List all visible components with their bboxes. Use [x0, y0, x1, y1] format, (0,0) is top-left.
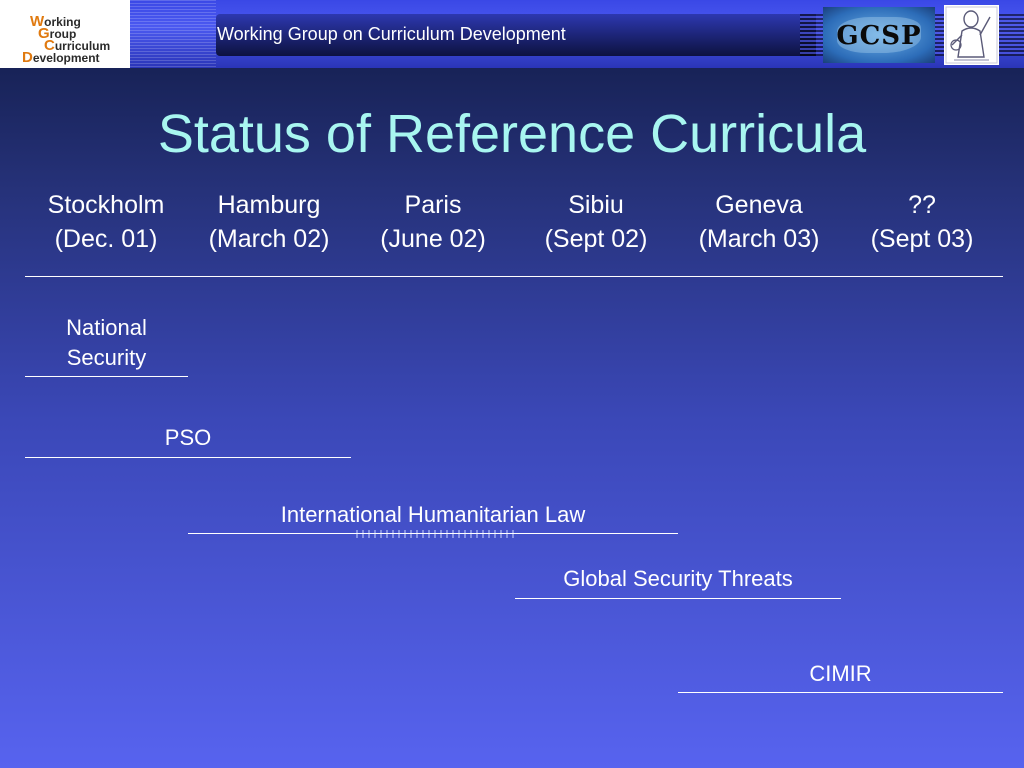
column-unknown: ?? (Sept 03): [837, 188, 1007, 256]
gcsp-logo-text: GCSP: [836, 21, 922, 51]
column-city: Stockholm: [47, 191, 165, 219]
header-stripes: [130, 0, 216, 68]
statue-logo-icon: [944, 5, 999, 65]
column-paris: Paris (June 02): [348, 188, 518, 256]
column-geneva: Geneva (March 03): [674, 188, 844, 256]
track-global-security-threats: Global Security Threats: [515, 566, 841, 592]
column-hamburg: Hamburg (March 02): [184, 188, 354, 256]
header-title: Working Group on Curriculum Development: [217, 24, 566, 44]
column-date: (June 02): [380, 225, 486, 253]
track-label: Global Security Threats: [563, 566, 793, 591]
track-national-security: National Security: [25, 313, 188, 373]
track-label: PSO: [164, 425, 212, 450]
track-line-pso: [25, 457, 351, 458]
track-line-ihl: [188, 533, 678, 534]
track-pso: PSO: [25, 425, 351, 451]
header-divider: [25, 276, 1003, 277]
gcsp-logo: GCSP: [823, 7, 935, 63]
column-city: Hamburg: [217, 191, 321, 219]
track-dotted-underline: [356, 530, 514, 538]
column-city: Sibiu: [568, 191, 624, 219]
column-city: Geneva: [715, 191, 803, 219]
column-date: (March 02): [208, 225, 330, 253]
logo-line-development: Development: [22, 49, 100, 66]
track-line-national-security: [25, 376, 188, 377]
column-date: (Sept 03): [870, 225, 974, 253]
track-label: CIMIR: [809, 661, 872, 686]
track-international-humanitarian-law: International Humanitarian Law: [188, 502, 678, 528]
track-line-global-security-threats: [515, 598, 841, 599]
column-date: (March 03): [698, 225, 820, 253]
slide-title: Status of Reference Curricula: [157, 104, 867, 164]
column-date: (Dec. 01): [54, 225, 158, 253]
track-label: International Humanitarian Law: [280, 502, 586, 527]
track-cimir: CIMIR: [678, 661, 1003, 687]
track-label-line: National: [66, 315, 147, 340]
column-city: ??: [908, 191, 936, 219]
track-line-cimir: [678, 692, 1003, 693]
column-city: Paris: [404, 191, 462, 219]
column-sibiu: Sibiu (Sept 02): [511, 188, 681, 256]
column-date: (Sept 02): [544, 225, 648, 253]
track-label-line: Security: [66, 345, 147, 370]
wgcd-logo: Working Group Curriculum Development: [0, 0, 130, 68]
column-stockholm: Stockholm (Dec. 01): [21, 188, 191, 256]
